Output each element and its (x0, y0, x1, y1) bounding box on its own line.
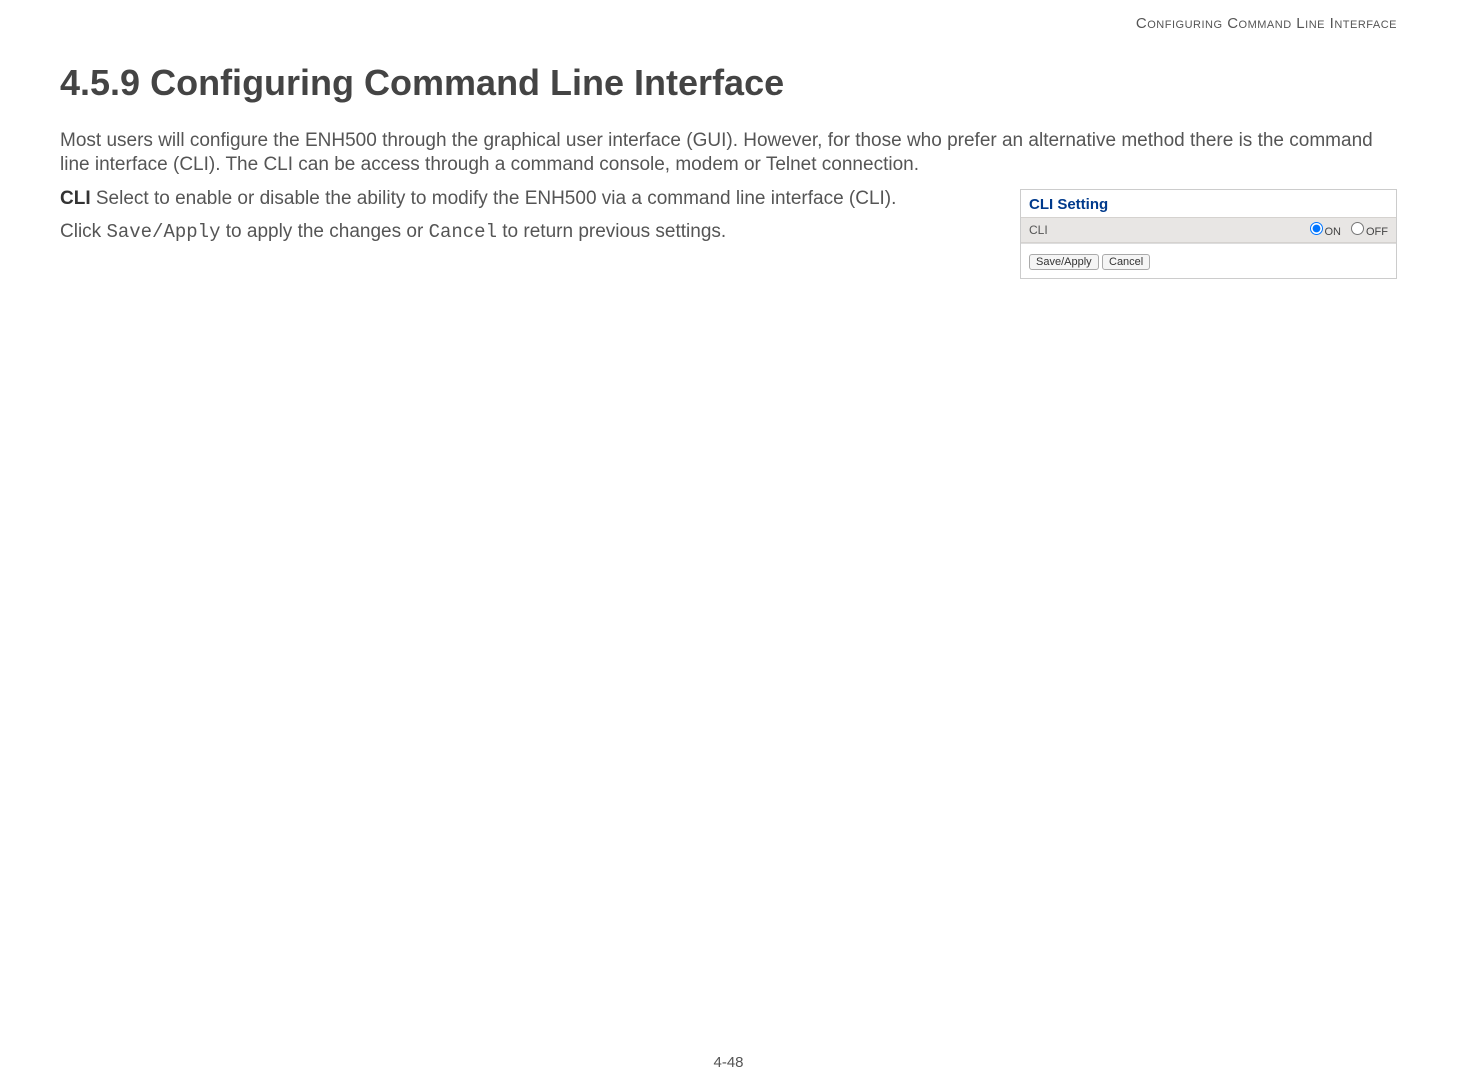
click-prefix: Click (60, 221, 106, 242)
cli-desc: Select to enable or disable the ability … (91, 188, 897, 209)
cli-row: CLI ON OFF (1021, 217, 1396, 243)
radio-on-text: ON (1325, 226, 1342, 238)
action-paragraph: Click Save/Apply to apply the changes or… (60, 220, 1000, 245)
panel-title: CLI Setting (1021, 190, 1396, 217)
page-number: 4-48 (0, 1054, 1457, 1071)
radio-off[interactable] (1351, 222, 1364, 235)
running-head: Configuring Command Line Interface (60, 15, 1397, 32)
radio-on[interactable] (1310, 222, 1323, 235)
cancel-button[interactable]: Cancel (1102, 254, 1150, 270)
radio-off-text: OFF (1366, 226, 1388, 238)
intro-paragraph: Most users will configure the ENH500 thr… (60, 129, 1397, 177)
cli-label: CLI (60, 188, 91, 209)
end-text: to return previous settings. (497, 221, 726, 242)
radio-on-label[interactable]: ON (1306, 222, 1342, 238)
section-number: 4.5.9 (60, 62, 140, 103)
save-apply-button[interactable]: Save/Apply (1029, 254, 1099, 270)
cancel-code: Cancel (429, 221, 497, 243)
cli-row-label: CLI (1029, 223, 1048, 237)
radio-off-label[interactable]: OFF (1347, 222, 1388, 238)
section-title-text: Configuring Command Line Interface (150, 62, 784, 103)
cli-setting-panel: CLI Setting CLI ON OFF Save/Apply Cancel (1020, 189, 1397, 279)
section-heading: 4.5.9 Configuring Command Line Interface (60, 62, 1397, 104)
cli-paragraph: CLI Select to enable or disable the abil… (60, 187, 1000, 211)
save-apply-code: Save/Apply (106, 221, 220, 243)
mid-text: to apply the changes or (220, 221, 428, 242)
